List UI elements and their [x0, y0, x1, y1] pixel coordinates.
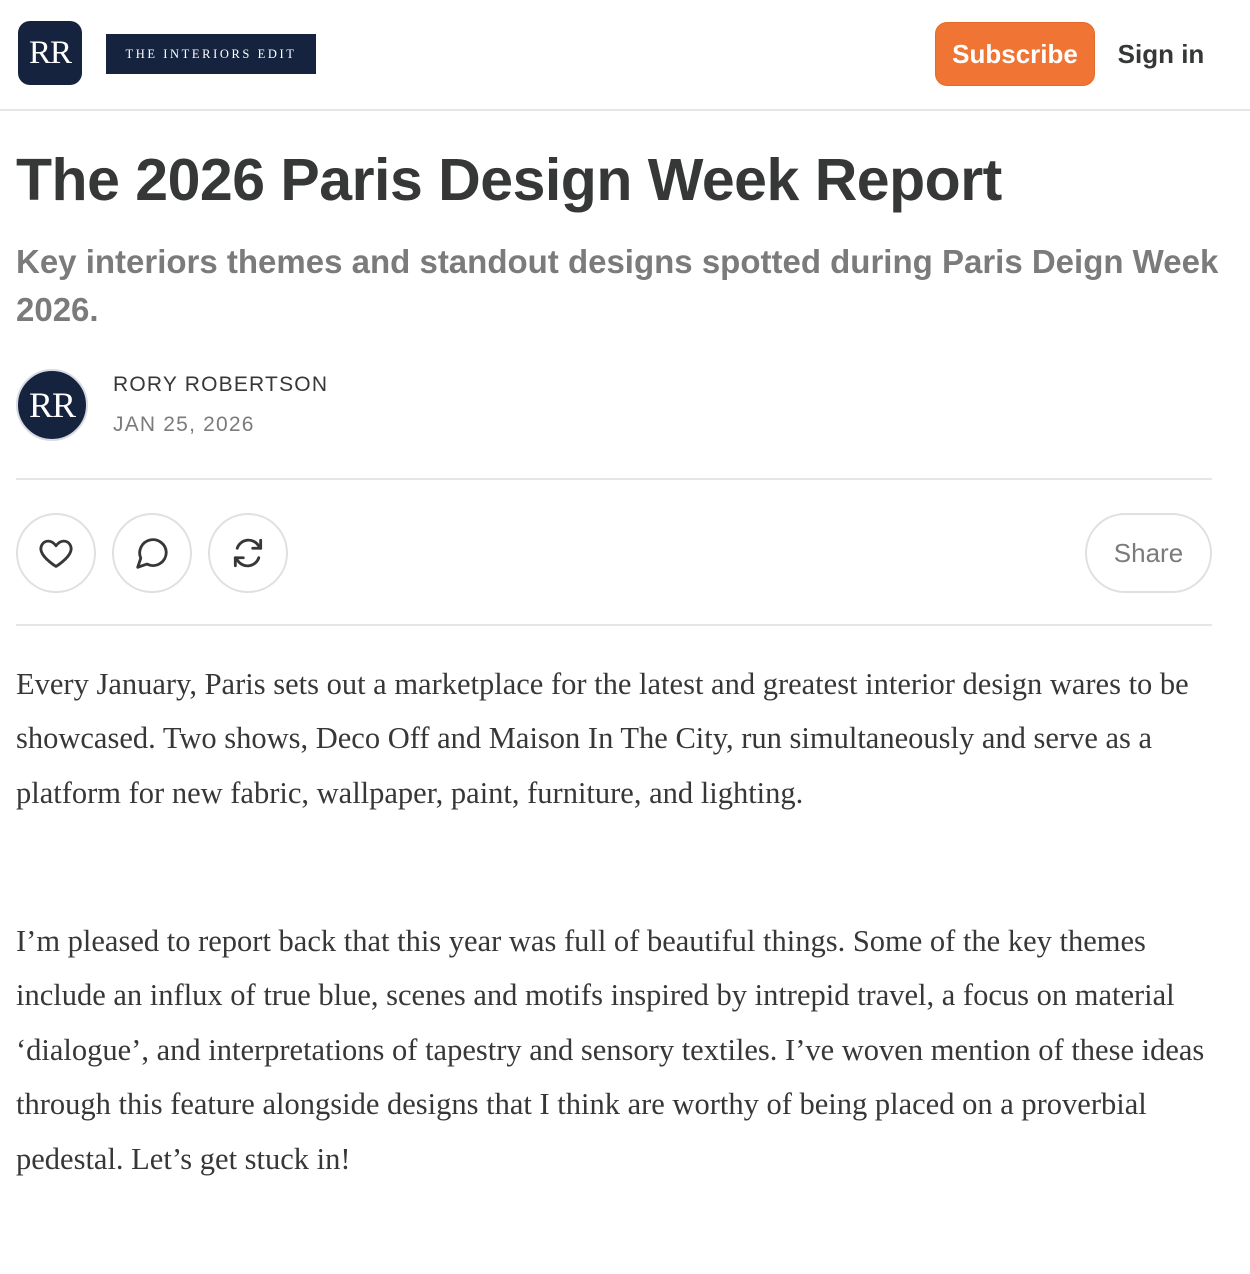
author-name[interactable]: RORY ROBERTSON	[113, 373, 328, 397]
subscribe-button[interactable]: Subscribe	[935, 22, 1095, 86]
publication-wordmark[interactable]: THE INTERIORS EDIT	[106, 34, 316, 74]
body-paragraph: I’m pleased to report back that this yea…	[16, 924, 1205, 1176]
speech-bubble-icon	[136, 538, 168, 569]
heart-icon	[39, 539, 73, 568]
divider	[16, 624, 1212, 626]
publication-logo[interactable]: RR	[18, 21, 82, 85]
post-date: JAN 25, 2026	[113, 413, 255, 436]
like-button[interactable]	[16, 513, 96, 593]
body-paragraph: Every January, Paris sets out a marketpl…	[16, 667, 1189, 810]
post-subtitle: Key interiors themes and standout design…	[16, 243, 1219, 328]
restack-button[interactable]	[208, 513, 288, 593]
comment-button[interactable]	[112, 513, 192, 593]
divider	[16, 478, 1212, 480]
share-button[interactable]: Share	[1085, 513, 1212, 593]
post-title: The 2026 Paris Design Week Report	[16, 147, 1002, 213]
refresh-icon	[233, 538, 263, 568]
sign-in-button[interactable]: Sign in	[1104, 22, 1218, 86]
author-avatar[interactable]: RR	[16, 369, 88, 441]
top-navigation-bar: RR THE INTERIORS EDIT Subscribe Sign in	[0, 0, 1250, 111]
